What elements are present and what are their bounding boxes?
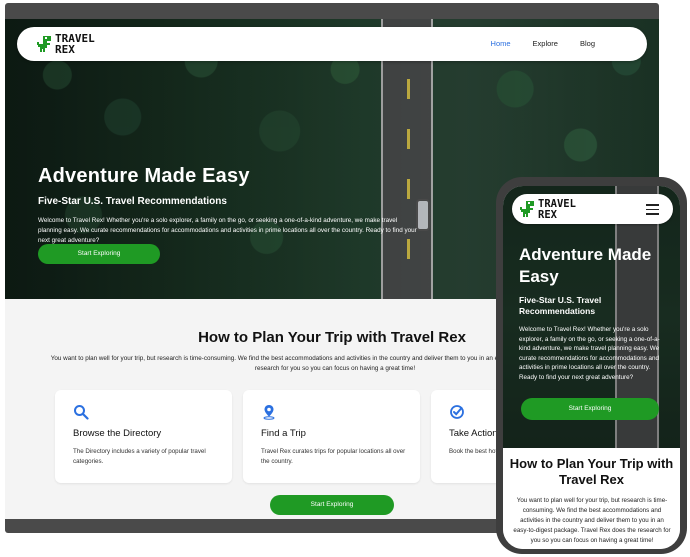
mobile-start-exploring-button[interactable]: Start Exploring xyxy=(521,398,659,420)
start-exploring-button[interactable]: Start Exploring xyxy=(38,244,160,264)
mobile-plan-section: How to Plan Your Trip with Travel Rex Yo… xyxy=(503,448,680,549)
card-title: Browse the Directory xyxy=(73,428,162,439)
nav-explore[interactable]: Explore xyxy=(533,39,558,48)
navbar: TRAVEL REX Home Explore Blog xyxy=(17,27,647,61)
hero-subtitle: Five-Star U.S. Travel Recommendations xyxy=(38,196,227,207)
card-title: Find a Trip xyxy=(261,428,306,439)
mobile-hero-text: Adventure Made Easy Five-Star U.S. Trave… xyxy=(519,244,669,382)
logo-wordmark: TRAVEL REX xyxy=(538,198,576,221)
card-browse-directory[interactable]: Browse the Directory The Directory inclu… xyxy=(55,390,232,483)
mobile-hero-section: TRAVEL REX Adventure Made Easy Five-Star … xyxy=(503,186,680,448)
phone-frame: TRAVEL REX Adventure Made Easy Five-Star … xyxy=(496,177,687,554)
logo-wordmark: TRAVEL REX xyxy=(55,32,95,56)
card-body: The Directory includes a variety of popu… xyxy=(73,448,206,465)
start-exploring-button-secondary[interactable]: Start Exploring xyxy=(270,495,394,515)
mobile-hero-body: Welcome to Travel Rex! Whether you're a … xyxy=(519,326,660,381)
hero-body: Welcome to Travel Rex! Whether you're a … xyxy=(38,217,417,244)
travel-rex-logo[interactable]: TRAVEL REX xyxy=(520,197,590,221)
mobile-navbar: TRAVEL REX xyxy=(512,194,673,224)
phone-screen: TRAVEL REX Adventure Made Easy Five-Star … xyxy=(503,186,680,549)
mobile-plan-title: How to Plan Your Trip with Travel Rex xyxy=(509,456,674,487)
card-title: Take Action xyxy=(449,428,498,439)
check-badge-icon xyxy=(450,405,464,419)
mockup-stage: TRAVEL REX Home Explore Blog Adventure Ma… xyxy=(0,0,690,557)
travel-rex-logo[interactable]: TRAVEL REX xyxy=(37,33,109,57)
nav-blog[interactable]: Blog xyxy=(580,39,595,48)
mobile-hero-title: Adventure Made Easy xyxy=(519,245,652,286)
dinosaur-icon xyxy=(520,201,534,217)
nav-home[interactable]: Home xyxy=(491,39,511,48)
nav-links: Home Explore Blog xyxy=(469,39,595,48)
hero-text: Adventure Made Easy Five-Star U.S. Trave… xyxy=(38,165,418,246)
mobile-hero-subtitle: Five-Star U.S. Travel Recommendations xyxy=(519,295,602,316)
map-pin-icon xyxy=(263,405,275,420)
search-icon xyxy=(74,405,89,420)
hero-title: Adventure Made Easy xyxy=(38,165,250,187)
dinosaur-icon xyxy=(37,36,51,52)
card-body: Travel Rex curates trips for popular loc… xyxy=(261,448,406,465)
card-find-trip[interactable]: Find a Trip Travel Rex curates trips for… xyxy=(243,390,420,483)
hamburger-menu-icon[interactable] xyxy=(646,204,659,215)
mobile-plan-body: You want to plan well for your trip, but… xyxy=(513,497,671,544)
